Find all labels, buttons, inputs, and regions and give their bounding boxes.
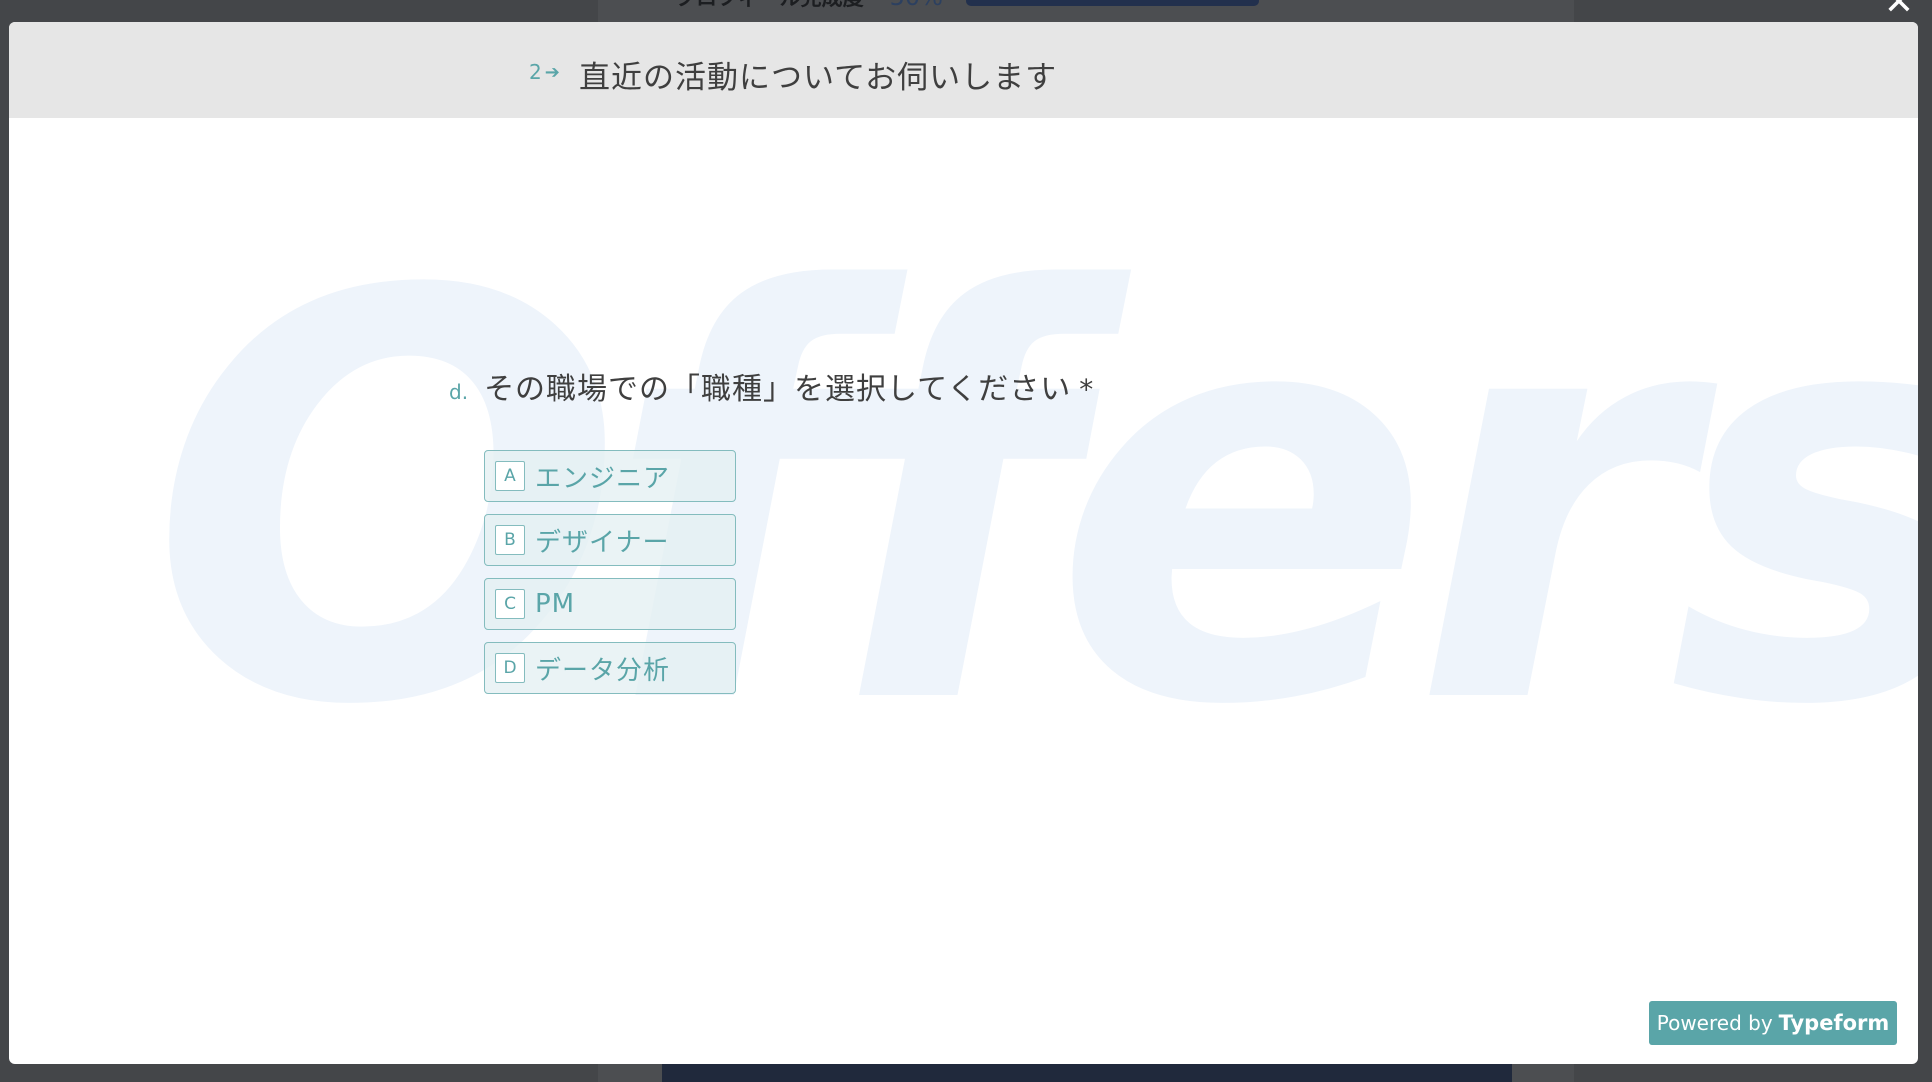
arrow-right-icon: ➔: [544, 61, 560, 83]
required-mark: *: [1079, 373, 1095, 406]
choice-label: PM: [535, 589, 576, 619]
question-text-body: その職場での「職種」を選択してください: [484, 372, 1072, 407]
choice-list: A エンジニア B デザイナー C PM D データ分析: [484, 450, 736, 694]
choice-key: A: [495, 461, 525, 491]
background-footer-bar: [662, 1064, 1512, 1082]
offers-watermark-logo: Offers: [149, 176, 1918, 828]
profile-completion: プロフィール完成度 50%: [675, 0, 943, 11]
question-group-title: 直近の活動についてお伺いします: [579, 60, 1058, 96]
choice-label: エンジニア: [535, 463, 671, 494]
question-group-number: 2 ➔: [529, 60, 560, 84]
choice-data-analysis[interactable]: D データ分析: [484, 642, 736, 694]
question-group-header: 2 ➔ 直近の活動についてお伺いします: [9, 22, 1918, 118]
choice-key: C: [495, 589, 525, 619]
choice-label: デザイナー: [535, 527, 670, 558]
powered-by-prefix: Powered by: [1656, 1011, 1773, 1035]
choice-pm[interactable]: C PM: [484, 578, 736, 630]
choice-key: B: [495, 525, 525, 555]
choice-engineer[interactable]: A エンジニア: [484, 450, 736, 502]
typeform-brand: Typeform: [1778, 1011, 1890, 1035]
choice-key: D: [495, 653, 525, 683]
profile-progress-bar: [966, 0, 1259, 6]
question-group-number-text: 2: [529, 60, 542, 84]
profile-completion-percent: 50%: [890, 0, 943, 11]
close-icon[interactable]: ✕: [1882, 0, 1916, 21]
powered-by-typeform-button[interactable]: Powered by Typeform: [1649, 1001, 1897, 1045]
choice-label: データ分析: [535, 655, 671, 686]
question-text: その職場での「職種」を選択してください *: [484, 364, 1094, 408]
choice-designer[interactable]: B デザイナー: [484, 514, 736, 566]
question-label: d.: [449, 380, 469, 404]
question: d. その職場での「職種」を選択してください *: [449, 364, 1094, 408]
profile-completion-label: プロフィール完成度: [675, 0, 864, 12]
typeform-modal: 2 ➔ 直近の活動についてお伺いします Offers d. その職場での「職種」…: [9, 22, 1918, 1064]
